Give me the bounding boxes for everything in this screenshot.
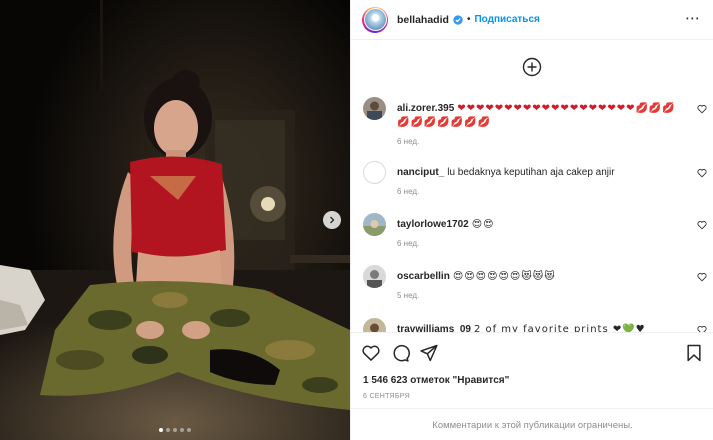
comments-restricted-notice: Комментарии к этой публикации ограничены… xyxy=(351,408,713,440)
avatar[interactable] xyxy=(363,213,386,236)
heart-icon[interactable] xyxy=(697,325,707,332)
avatar[interactable] xyxy=(363,318,386,332)
comment-body: 😍😍 xyxy=(471,219,495,230)
avatar[interactable] xyxy=(363,97,386,120)
bookmark-icon[interactable] xyxy=(684,343,704,363)
comment-body: lu bedaknya keputihan aja cakep anjir xyxy=(447,167,615,178)
carousel-dot xyxy=(159,428,163,432)
comment-time[interactable]: 6 нед. xyxy=(397,187,419,196)
carousel-dot xyxy=(166,428,170,432)
like-heart-icon[interactable] xyxy=(361,343,381,363)
carousel-indicator xyxy=(0,428,350,432)
share-icon[interactable] xyxy=(419,343,439,363)
avatar[interactable] xyxy=(363,161,386,184)
next-photo-button[interactable] xyxy=(323,211,341,229)
comment-icon[interactable] xyxy=(390,343,410,363)
comment-time[interactable]: 5 нед. xyxy=(397,291,419,300)
heart-icon[interactable] xyxy=(697,168,707,178)
comment-body: 😍😍😍😍😍😍😻😻😻 xyxy=(452,271,556,282)
comment-time[interactable]: 6 нед. xyxy=(397,137,419,146)
follow-button[interactable]: Подписаться xyxy=(474,14,539,25)
avatar[interactable] xyxy=(363,265,386,288)
chevron-right-icon xyxy=(330,216,335,224)
instagram-post: bellahadid • Подписаться ⋯ ali.zorer.395… xyxy=(0,0,713,440)
comment-username[interactable]: nanciput_ xyxy=(397,167,444,178)
carousel-dot xyxy=(180,428,184,432)
comment-username[interactable]: taylorlowe1702 xyxy=(397,219,469,230)
heart-icon[interactable] xyxy=(697,220,707,230)
comment-username[interactable]: ali.zorer.395 xyxy=(397,103,454,114)
avatar[interactable] xyxy=(362,6,388,33)
comment-text: taylorlowe1702 😍😍 xyxy=(397,218,687,232)
comment-time[interactable]: 6 нед. xyxy=(397,239,419,248)
comment-body: 2 of my favorite prints ❤💚♥ xyxy=(473,324,646,332)
verified-badge-icon xyxy=(453,14,463,25)
load-more-comments-icon[interactable] xyxy=(522,57,542,77)
post-date[interactable]: 6 СЕНТЯБРЯ xyxy=(363,393,410,400)
carousel-dot xyxy=(187,428,191,432)
heart-icon[interactable] xyxy=(697,272,707,282)
post-actions: 1 546 623 отметок "Нравится" 6 СЕНТЯБРЯ … xyxy=(351,332,713,440)
separator: • xyxy=(466,14,471,25)
post-photo[interactable] xyxy=(0,0,350,440)
comment-text: nanciput_ lu bedaknya keputihan aja cakep… xyxy=(397,166,687,180)
comment-text: oscarbellin 😍😍😍😍😍😍😻😻😻 xyxy=(397,270,687,284)
likes-count[interactable]: 1 546 623 отметок "Нравится" xyxy=(363,375,509,386)
post-panel: bellahadid • Подписаться ⋯ ali.zorer.395… xyxy=(350,0,713,440)
comments-list[interactable]: ali.zorer.395 ❤❤❤❤❤❤❤❤❤❤❤❤❤❤❤❤❤❤❤💋💋💋💋💋💋💋💋… xyxy=(351,41,713,332)
comment-username[interactable]: travwilliams_09 xyxy=(397,324,471,332)
author-username[interactable]: bellahadid xyxy=(397,14,449,26)
post-image xyxy=(0,0,350,440)
comment-text: travwilliams_09 2 of my favorite prints ❤… xyxy=(397,323,687,332)
more-horizontal-icon[interactable]: ⋯ xyxy=(685,11,700,26)
comment-text: ali.zorer.395 ❤❤❤❤❤❤❤❤❤❤❤❤❤❤❤❤❤❤❤💋💋💋💋💋💋💋💋… xyxy=(397,102,687,129)
carousel-dot xyxy=(173,428,177,432)
comment-username[interactable]: oscarbellin xyxy=(397,271,450,282)
heart-icon[interactable] xyxy=(697,104,707,114)
post-header: bellahadid • Подписаться ⋯ xyxy=(351,0,713,40)
